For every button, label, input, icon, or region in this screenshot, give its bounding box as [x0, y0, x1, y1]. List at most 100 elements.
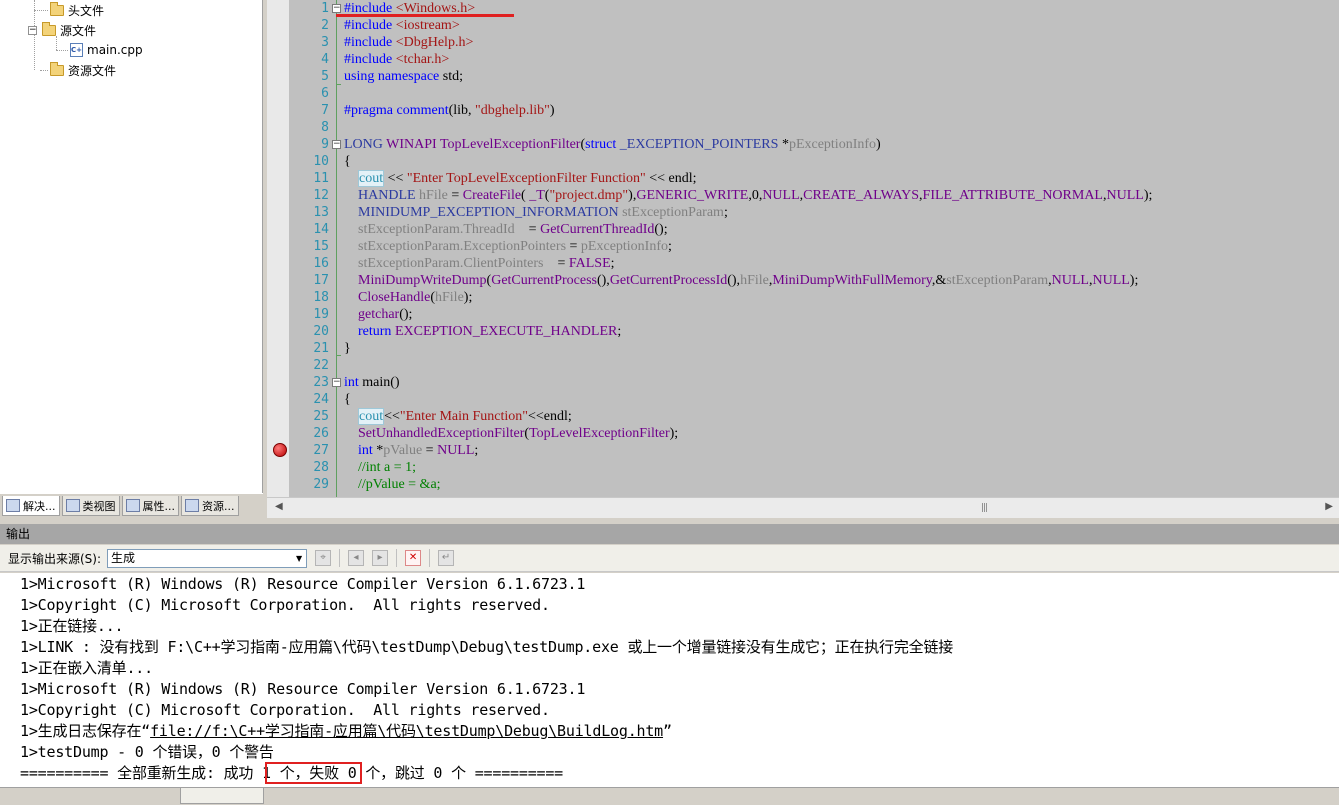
buildlog-prefix: 1>生成日志保存在“: [20, 722, 151, 740]
code-line: #include <DbgHelp.h>: [344, 35, 474, 50]
toolbar-separator: [339, 549, 341, 567]
output-line: 1>Microsoft (R) Windows (R) Resource Com…: [20, 680, 586, 698]
collapse-icon[interactable]: −: [332, 140, 341, 149]
code-line: //pValue = &a;: [358, 477, 441, 492]
code-line: stExceptionParam.ThreadId = GetCurrentTh…: [358, 222, 668, 237]
output-source-value: 生成: [111, 550, 136, 565]
tab-label: 解决...: [23, 499, 56, 513]
tree-item-source-files[interactable]: − 源文件: [28, 20, 96, 40]
collapse-icon[interactable]: −: [28, 25, 37, 35]
tab-output[interactable]: [180, 788, 264, 804]
code-line: cout << "Enter TopLevelExceptionFilter F…: [358, 170, 697, 187]
line-number: 9: [321, 137, 329, 152]
code-line: CloseHandle(hFile);: [358, 290, 473, 305]
tab-resource-view[interactable]: 资源...: [181, 496, 239, 516]
collapse-icon[interactable]: −: [332, 378, 341, 387]
code-line: int main(): [344, 375, 400, 390]
output-line: 1>LINK : 没有找到 F:\C++学习指南-应用篇\代码\testDump…: [20, 638, 954, 656]
output-toolbar: 显示输出来源(S): 生成 ▼ ⌖ ◂ ▸ ✕ ↵: [0, 545, 1339, 572]
toolbar-separator: [429, 549, 431, 567]
properties-icon: [125, 499, 140, 512]
tree-item-label: 资源文件: [68, 63, 117, 78]
output-line: 1>Copyright (C) Microsoft Corporation. A…: [20, 596, 550, 614]
line-number: 26: [313, 426, 329, 441]
code-line: LONG WINAPI TopLevelExceptionFilter(stru…: [344, 137, 881, 152]
scroll-left-icon[interactable]: ◀: [275, 501, 283, 512]
annotation-underline: [336, 14, 514, 17]
breakpoint-margin[interactable]: [267, 0, 289, 497]
code-line: //int a = 1;: [358, 460, 417, 475]
line-number: 22: [313, 358, 329, 373]
scroll-grip-icon[interactable]: |||: [981, 503, 988, 513]
code-editor[interactable]: 1 2 3 4 5 6 7 8 9 10 11 12 13 14 15 16 17 18 19 20 21 22 23 24 2…: [267, 0, 1339, 497]
solution-explorer: 头文件 − 源文件 C+ main.cpp 资源文件: [0, 0, 263, 493]
line-number: 27: [313, 443, 329, 458]
annotation-highlight-box: [265, 762, 362, 784]
output-line: 1>Copyright (C) Microsoft Corporation. A…: [20, 701, 550, 719]
tree-item-label: 头文件: [68, 3, 105, 18]
scroll-right-icon[interactable]: ▶: [1325, 501, 1333, 512]
code-line: return EXCEPTION_EXECUTE_HANDLER;: [358, 324, 622, 339]
code-line: HANDLE hFile = CreateFile( _T("project.d…: [358, 188, 1153, 203]
next-message-icon[interactable]: ▸: [372, 550, 389, 566]
tab-properties[interactable]: 属性...: [121, 496, 179, 516]
line-number: 17: [313, 273, 329, 288]
code-line: stExceptionParam.ClientPointers = FALSE;: [358, 256, 615, 271]
output-line: 1>正在嵌入清单...: [20, 659, 153, 677]
line-number: 1: [321, 1, 329, 16]
line-number: 11: [313, 171, 329, 186]
solution-icon: [6, 499, 20, 512]
line-number: 8: [321, 120, 329, 135]
tree-item-header-files[interactable]: 头文件: [50, 0, 104, 20]
previous-message-icon[interactable]: ◂: [348, 550, 365, 566]
code-line: MiniDumpWriteDump(GetCurrentProcess(),Ge…: [358, 273, 1139, 288]
bottom-tab-strip: [0, 787, 1339, 805]
solution-explorer-tabs: 解决... 类视图 属性... 资源...: [0, 493, 263, 518]
tab-class-view[interactable]: 类视图: [61, 496, 120, 516]
code-line: #include <iostream>: [344, 18, 460, 33]
collapse-icon[interactable]: −: [332, 4, 341, 13]
code-line: MINIDUMP_EXCEPTION_INFORMATION stExcepti…: [358, 205, 728, 220]
line-number: 5: [321, 69, 329, 84]
find-message-icon[interactable]: ⌖: [315, 550, 332, 566]
word-wrap-icon[interactable]: ↵: [438, 550, 455, 566]
line-number: 14: [313, 222, 329, 237]
line-number: 18: [313, 290, 329, 305]
resource-view-icon: [185, 499, 199, 512]
tab-label: 资源...: [202, 499, 235, 513]
line-number: 29: [313, 477, 329, 492]
line-number: 4: [321, 52, 329, 67]
line-number: 15: [313, 239, 329, 254]
output-source-label: 显示输出来源(S):: [8, 551, 102, 566]
tree-item-main-cpp[interactable]: C+ main.cpp: [70, 40, 143, 60]
output-text-area[interactable]: 1>Microsoft (R) Windows (R) Resource Com…: [0, 573, 1339, 787]
breakpoint-icon[interactable]: [273, 443, 287, 457]
chevron-down-icon[interactable]: ▼: [292, 550, 306, 567]
tab-solution-explorer[interactable]: 解决...: [2, 496, 60, 516]
code-line: getchar();: [358, 307, 413, 322]
horizontal-scrollbar[interactable]: ◀ ||| ▶: [267, 497, 1339, 518]
class-view-icon: [65, 499, 80, 512]
tab-label: 类视图: [82, 499, 116, 513]
folder-icon: [42, 21, 56, 36]
buildlog-link[interactable]: file://f:\C++学习指南-应用篇\代码\testDump\Debug\…: [150, 722, 663, 740]
code-line: stExceptionParam.ExceptionPointers = pEx…: [358, 239, 672, 254]
ide-window: 头文件 − 源文件 C+ main.cpp 资源文件 解决... 类视图 属性.…: [0, 0, 1339, 805]
output-source-select[interactable]: 生成 ▼: [107, 548, 308, 568]
output-panel-title: 输出: [0, 524, 1339, 544]
line-number: 20: [313, 324, 329, 339]
code-line: {: [344, 154, 351, 169]
code-line: SetUnhandledExceptionFilter(TopLevelExce…: [358, 426, 679, 441]
tree-item-resource-files[interactable]: 资源文件: [50, 60, 116, 80]
code-line: {: [344, 392, 351, 407]
line-number: 3: [321, 35, 329, 50]
clear-all-icon[interactable]: ✕: [405, 550, 422, 566]
line-number: 6: [321, 86, 329, 101]
tab-label: 属性...: [142, 499, 176, 513]
line-number: 16: [313, 256, 329, 271]
tree-item-label: main.cpp: [87, 43, 143, 57]
line-number: 13: [313, 205, 329, 220]
code-line: using namespace std;: [344, 69, 463, 84]
output-line-summary: 1>testDump - 0 个错误，0 个警告: [20, 743, 274, 761]
code-line: #pragma comment(lib, "dbghelp.lib"): [344, 103, 555, 118]
